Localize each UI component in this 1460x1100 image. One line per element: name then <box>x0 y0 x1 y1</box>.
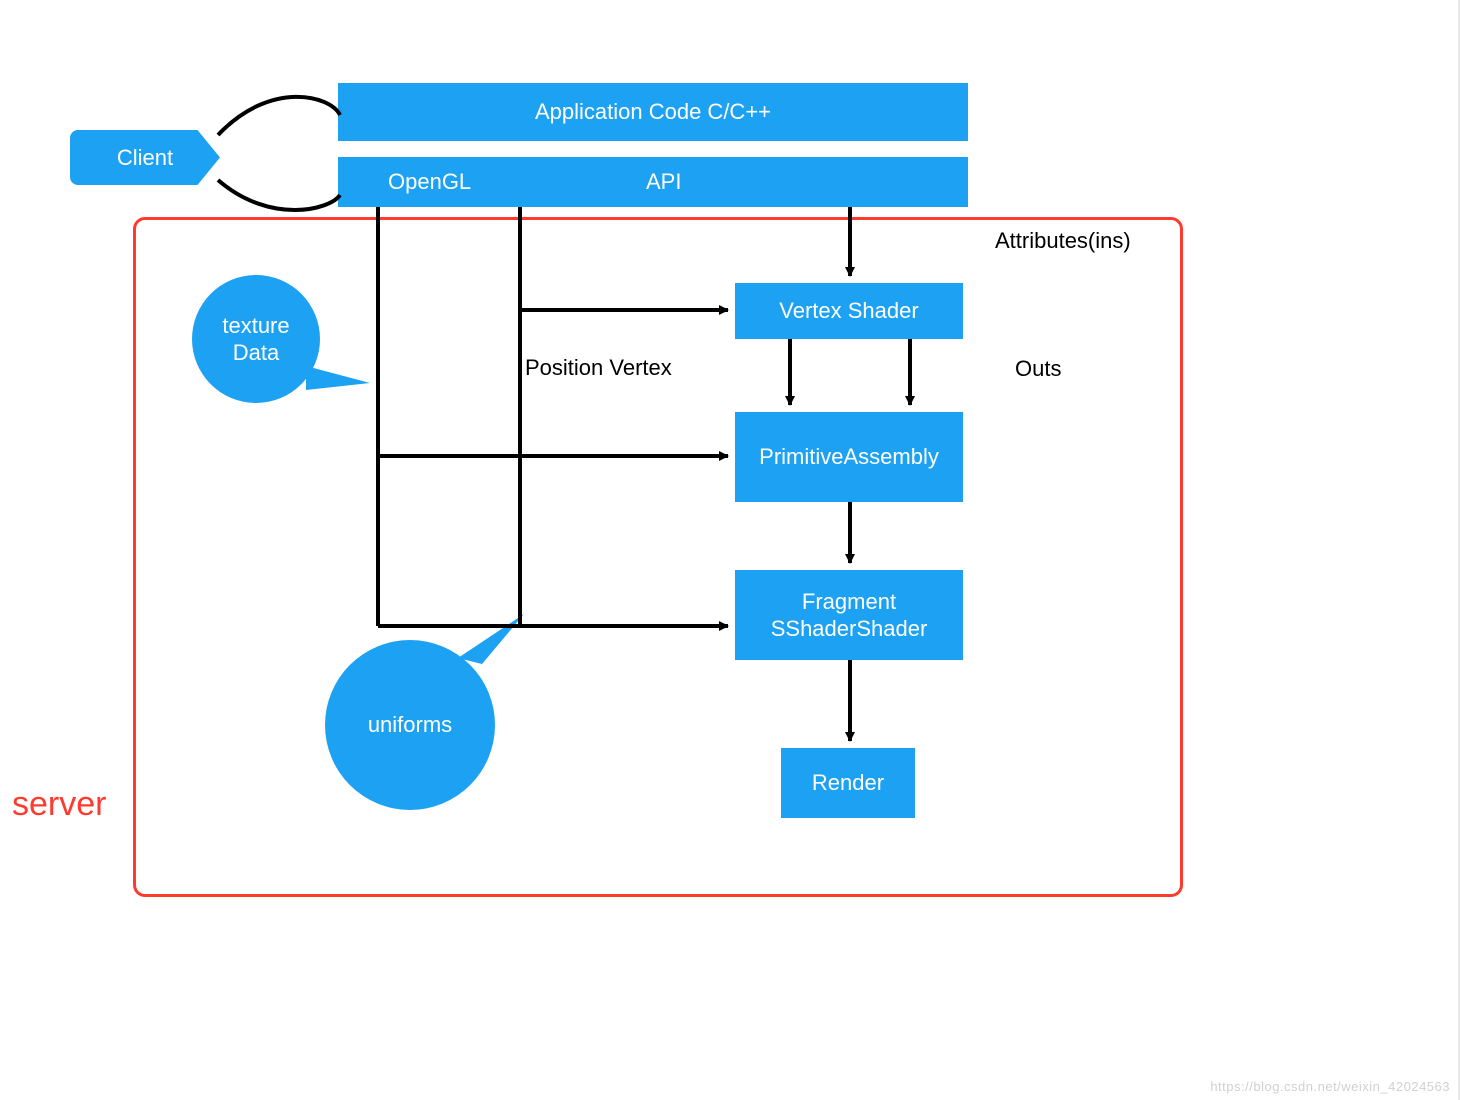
outs-label: Outs <box>1015 356 1061 382</box>
fragment-shader-node: Fragment SShaderShader <box>735 570 963 660</box>
attributes-label: Attributes(ins) <box>995 228 1131 254</box>
primitive-assembly-label: PrimitiveAssembly <box>759 443 939 471</box>
api-bar-right-label: API <box>646 169 681 195</box>
vertex-shader-node: Vertex Shader <box>735 283 963 339</box>
fragment-shader-label: Fragment SShaderShader <box>745 588 953 643</box>
texture-data-callout: texture Data <box>192 275 320 403</box>
position-vertex-label: Position Vertex <box>525 355 672 381</box>
app-code-label: Application Code C/C++ <box>535 98 771 126</box>
api-bar: OpenGL API <box>338 157 968 207</box>
uniforms-callout: uniforms <box>325 640 495 810</box>
client-tag-label: Client <box>117 145 173 171</box>
render-node: Render <box>781 748 915 818</box>
primitive-assembly-node: PrimitiveAssembly <box>735 412 963 502</box>
api-bar-left-label: OpenGL <box>388 169 471 195</box>
client-tag: Client <box>70 130 220 185</box>
watermark: https://blog.csdn.net/weixin_42024563 <box>1210 1079 1450 1094</box>
render-label: Render <box>812 769 884 797</box>
vertex-shader-label: Vertex Shader <box>779 297 918 325</box>
server-label: server <box>12 785 106 824</box>
app-code-bar: Application Code C/C++ <box>338 83 968 141</box>
diagram-root: Client Application Code C/C++ OpenGL API… <box>0 0 1460 1100</box>
texture-data-label: texture Data <box>222 312 289 367</box>
uniforms-label: uniforms <box>368 711 452 739</box>
